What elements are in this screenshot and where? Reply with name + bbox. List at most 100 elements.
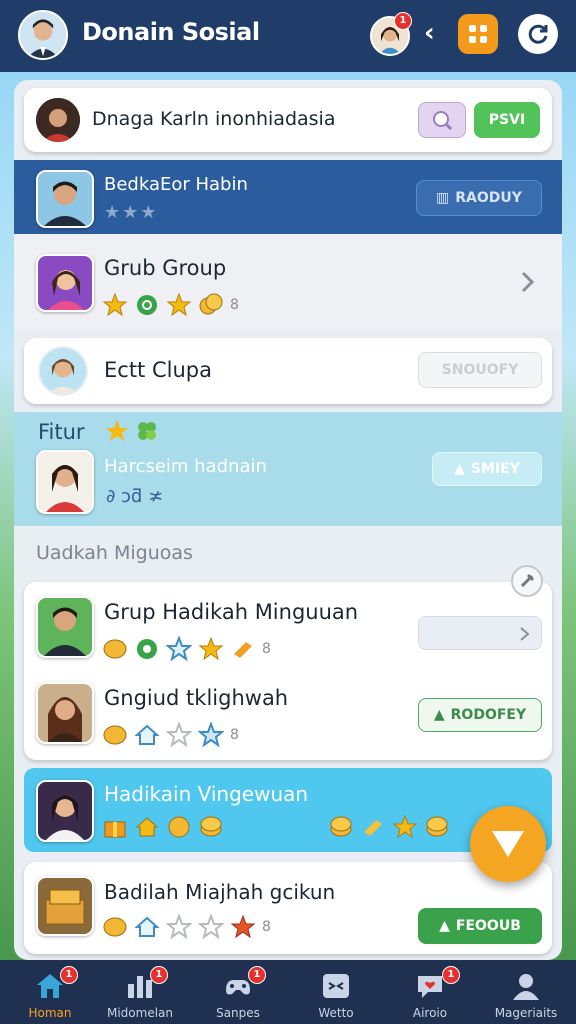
- nav-label: Airoio: [412, 1006, 448, 1020]
- trumpet-icon: [364, 820, 382, 836]
- list-item-mini-text: 8: [230, 727, 239, 743]
- gift-icon: ▥: [436, 190, 450, 206]
- list-item-name: Grup Hadikah Minguuan: [104, 600, 359, 624]
- coin-icon: [103, 725, 127, 745]
- nav-label: Midomelan: [106, 1006, 173, 1020]
- list-item-icons: 8: [102, 636, 271, 662]
- list-item-extra-icons: [328, 814, 450, 840]
- coins-icon: [200, 816, 222, 837]
- rating-stars: ★ ★ ★: [104, 202, 156, 223]
- nav-badge: 1: [248, 966, 266, 984]
- coins-icon: [330, 816, 352, 837]
- clupa-row[interactable]: Ectt Clupa SNOUOFY: [24, 338, 552, 404]
- lock-icon: ▲: [454, 461, 465, 477]
- top-card[interactable]: Dnaga Karln inonhiadasia PSVI: [24, 88, 552, 152]
- clupa-row-action-button[interactable]: SNOUOFY: [418, 352, 542, 388]
- star-icon: ★: [140, 202, 157, 223]
- list-item-name: Gngiud tklighwah: [104, 686, 289, 710]
- back-arrow-icon[interactable]: ‹: [424, 18, 435, 48]
- list-item-icons: [102, 814, 224, 840]
- coins-icon: [199, 293, 223, 315]
- list-item[interactable]: Grup Hadikah Minguuan 8: [24, 582, 552, 672]
- swap-icon: [323, 974, 349, 998]
- top-card-name: Dnaga Karln inonhiadasia: [92, 108, 336, 130]
- top-card-action-button[interactable]: PSVI: [474, 102, 540, 138]
- fitur-action-label: SMIEY: [470, 461, 520, 477]
- list-item-action-button[interactable]: ▲ FEOOUB: [418, 908, 542, 944]
- search-icon: [433, 111, 453, 131]
- list-item[interactable]: Gngiud tklighwah 8 ▲ RODOFEY: [24, 672, 552, 760]
- app-title: Donain Sosial: [82, 18, 260, 46]
- group-row-mini-text: 8: [230, 297, 239, 313]
- list-item-action-label: RODOFEY: [450, 707, 527, 723]
- group-row-icons: 8: [102, 292, 239, 318]
- lock-icon: ▲: [433, 707, 445, 723]
- highlighted-row[interactable]: BedkaEor Habin ★ ★ ★ ▥ RAODUY: [14, 160, 562, 234]
- top-card-avatar: [36, 98, 80, 142]
- star-outline-icon: [198, 914, 224, 940]
- profile-icon: [513, 974, 539, 1000]
- list-item-avatar: [36, 596, 94, 658]
- star-icon: [230, 914, 256, 939]
- triangle-down-icon: [492, 831, 524, 857]
- list-item-mini-text: 8: [262, 641, 271, 657]
- nav-item-wetto[interactable]: Wetto: [296, 960, 376, 1024]
- chevron-right-icon[interactable]: [520, 270, 536, 294]
- list-item-avatar: [36, 876, 94, 936]
- fitur-section: Fitur Harcseim hadnain ∂ ɔƌ ≭ ▲ SMIEY: [14, 412, 562, 526]
- search-button[interactable]: [418, 102, 466, 138]
- list-item-chevron-button[interactable]: [418, 616, 542, 650]
- nav-item-mageriaits[interactable]: Mageriaits: [486, 960, 566, 1024]
- fitur-action-button[interactable]: ▲ SMIEY: [432, 452, 542, 486]
- gift-icon: [104, 821, 126, 838]
- lock-icon: ▲: [439, 918, 450, 934]
- list-item-name: Hadikain Vingewuan: [104, 782, 309, 806]
- fitur-avatar: [36, 450, 94, 514]
- fitur-item-icons: ∂ ɔƌ ≭: [106, 486, 164, 507]
- profile-avatar[interactable]: [18, 10, 68, 60]
- trumpet-icon: [234, 642, 252, 658]
- group-row-avatar: [36, 254, 94, 312]
- nav-item-homan[interactable]: 1 Homan: [10, 960, 90, 1024]
- list-item-action-button[interactable]: ▲ RODOFEY: [418, 698, 542, 732]
- star-icon: [102, 292, 128, 317]
- group-row[interactable]: Grub Group 8: [14, 234, 562, 330]
- coin-icon: [103, 639, 127, 659]
- list-item-action-label: FEOOUB: [455, 918, 521, 934]
- highlighted-row-action-label: RAODUY: [455, 190, 522, 206]
- nav-label: Homan: [28, 1006, 72, 1020]
- star-icon: ★: [104, 202, 121, 223]
- fitur-title: Fitur: [38, 420, 85, 444]
- highlighted-row-avatar: [36, 170, 94, 228]
- nav-badge: 1: [442, 966, 460, 984]
- menu-grid-button[interactable]: [458, 14, 498, 54]
- friend-notification-badge: 1: [394, 12, 412, 30]
- green-badge-icon: [137, 295, 157, 315]
- list-card: Grup Hadikah Minguuan 8 Gngiud tklighwah: [24, 565, 552, 760]
- list-item-avatar: [36, 780, 94, 842]
- floating-action-button[interactable]: [470, 806, 546, 882]
- sync-button[interactable]: [518, 14, 558, 54]
- top-bar: Donain Sosial 1 ‹: [0, 0, 576, 72]
- star-outline-icon: [198, 722, 224, 748]
- list-item-mini-text: 8: [262, 919, 271, 935]
- section-title: Uadkah Miguoas: [36, 542, 193, 564]
- star-icon: ★: [122, 202, 139, 223]
- nav-item-midomelan[interactable]: 1 Midomelan: [100, 960, 180, 1024]
- fitur-item-name: Harcseim hadnain: [104, 456, 267, 477]
- nav-item-sanpes[interactable]: 1 Sanpes: [198, 960, 278, 1024]
- group-row-name: Grub Group: [104, 256, 227, 280]
- house-icon: [134, 916, 160, 937]
- nav-item-airoio[interactable]: 1 Airoio: [390, 960, 470, 1024]
- house-icon: [134, 724, 160, 745]
- nav-label: Sanpes: [216, 1006, 260, 1020]
- bottom-navigation: 1 Homan 1 Midomelan 1 Sanpes Wetto 1 Air…: [0, 960, 576, 1024]
- nav-label: Mageriaits: [494, 1006, 558, 1020]
- highlighted-row-action-button[interactable]: ▥ RAODUY: [416, 180, 542, 216]
- star-outline-icon: [166, 914, 192, 940]
- list-item[interactable]: Badilah Miajhah gcikun 8 ▲ FEOOUB: [24, 862, 552, 954]
- nav-label: Wetto: [318, 1006, 354, 1020]
- star-outline-icon: [166, 636, 192, 662]
- coin-icon: [168, 816, 190, 838]
- chevron-right-icon: [520, 627, 530, 641]
